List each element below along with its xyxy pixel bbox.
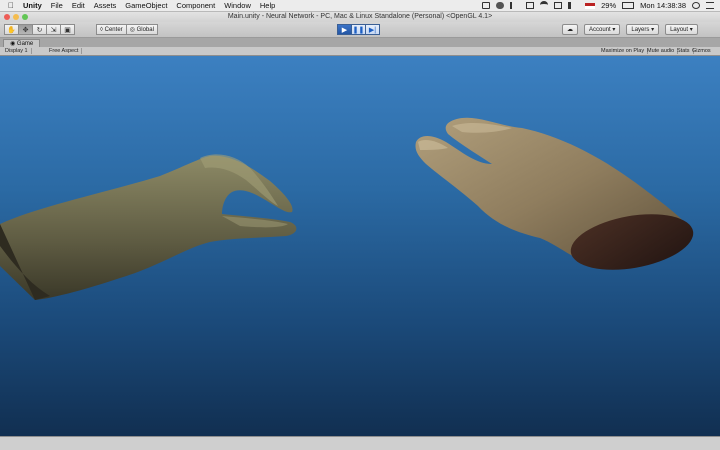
menu-unity[interactable]: Unity xyxy=(23,1,42,10)
search-icon[interactable] xyxy=(692,2,700,9)
scale-tool-button[interactable]: ⇲ xyxy=(46,24,61,35)
right-hand-model xyxy=(415,117,694,270)
clock[interactable]: Mon 14:38:38 xyxy=(640,1,686,10)
chevron-down-icon: ▾ xyxy=(689,27,693,33)
list-icon[interactable] xyxy=(706,2,714,9)
step-button[interactable]: ▶| xyxy=(365,24,380,35)
game-view-toolbar: Display 1 Free Aspect Maximize on Play M… xyxy=(0,47,720,56)
menu-component[interactable]: Component xyxy=(176,1,215,10)
hand-tool-button[interactable]: ✋ xyxy=(4,24,19,35)
pivot-toggles: ◊ Center ◎ Global xyxy=(96,24,158,35)
layout-label: Layout xyxy=(670,26,689,33)
globe-icon: ◎ xyxy=(129,27,137,33)
unity-toolbar: ✋ ✥ ↻ ⇲ ▣ ◊ Center ◎ Global ▶ ❚❚ ▶| ☁ Ac… xyxy=(0,22,720,38)
menu-edit[interactable]: Edit xyxy=(72,1,85,10)
layout-dropdown[interactable]: Layout ▾ xyxy=(665,24,698,35)
airplay-icon[interactable] xyxy=(554,2,563,9)
menu-bar:  Unity File Edit Assets GameObject Comp… xyxy=(0,0,720,12)
traffic-lights xyxy=(4,14,28,20)
volume-icon[interactable] xyxy=(568,2,579,9)
pivot-center-button[interactable]: ◊ Center xyxy=(96,24,127,35)
play-button[interactable]: ▶ xyxy=(337,24,352,35)
transform-tools: ✋ ✥ ↻ ⇲ ▣ xyxy=(4,24,75,35)
rotate-tool-button[interactable]: ↻ xyxy=(32,24,47,35)
input-source-flag-icon[interactable] xyxy=(585,2,596,9)
menu-file[interactable]: File xyxy=(51,1,63,10)
apple-menu-icon[interactable]:  xyxy=(6,1,16,10)
battery-icon[interactable] xyxy=(622,2,635,9)
aspect-dropdown[interactable]: Free Aspect xyxy=(46,48,83,54)
wifi-icon[interactable] xyxy=(540,0,549,11)
playback-controls: ▶ ❚❚ ▶| xyxy=(337,24,380,35)
pivot-center-label: Center xyxy=(104,26,123,33)
hands-scene xyxy=(0,117,694,300)
maximize-on-play-toggle[interactable]: Maximize on Play xyxy=(598,48,649,54)
account-label: Account xyxy=(589,26,611,33)
close-window-icon[interactable] xyxy=(4,14,10,20)
layers-dropdown[interactable]: Layers ▾ xyxy=(626,24,660,35)
menu-assets[interactable]: Assets xyxy=(94,1,117,10)
tray-icon[interactable] xyxy=(526,2,535,9)
account-dropdown[interactable]: Account ▾ xyxy=(584,24,621,35)
game-viewport[interactable] xyxy=(0,56,720,436)
menu-gameobject[interactable]: GameObject xyxy=(125,1,167,10)
status-bar xyxy=(0,436,720,450)
move-tool-button[interactable]: ✥ xyxy=(18,24,33,35)
record-icon[interactable] xyxy=(482,2,491,9)
rect-tool-button[interactable]: ▣ xyxy=(60,24,75,35)
cloud-icon[interactable] xyxy=(496,2,505,9)
window-title: Main.unity - Neural Network - PC, Mac & … xyxy=(227,13,493,20)
tab-game[interactable]: ◉ Game xyxy=(3,39,41,47)
battery-percent: 29% xyxy=(601,1,617,10)
tab-bar: ◉ Game xyxy=(0,38,720,47)
layers-label: Layers xyxy=(631,26,650,33)
display-dropdown[interactable]: Display 1 xyxy=(2,48,32,54)
pause-button[interactable]: ❚❚ xyxy=(351,24,366,35)
menu-window[interactable]: Window xyxy=(224,1,251,10)
global-space-label: Global xyxy=(136,26,154,33)
left-hand-model xyxy=(0,154,297,300)
window-titlebar: Main.unity - Neural Network - PC, Mac & … xyxy=(0,12,720,22)
global-space-button[interactable]: ◎ Global xyxy=(125,24,158,35)
bluetooth-icon[interactable] xyxy=(510,2,520,9)
gizmos-dropdown[interactable]: Gizmos xyxy=(689,48,714,54)
chevron-down-icon: ▾ xyxy=(612,27,616,33)
chevron-down-icon: ▾ xyxy=(651,27,655,33)
zoom-window-icon[interactable] xyxy=(22,14,28,20)
minimize-window-icon[interactable] xyxy=(13,14,19,20)
status-area: 29% Mon 14:38:38 xyxy=(482,0,714,11)
right-toolbar: ☁ Account ▾ Layers ▾ Layout ▾ xyxy=(562,24,698,35)
cloud-icon: ☁ xyxy=(567,27,573,33)
menu-help[interactable]: Help xyxy=(260,1,275,10)
cloud-services-button[interactable]: ☁ xyxy=(562,24,578,35)
